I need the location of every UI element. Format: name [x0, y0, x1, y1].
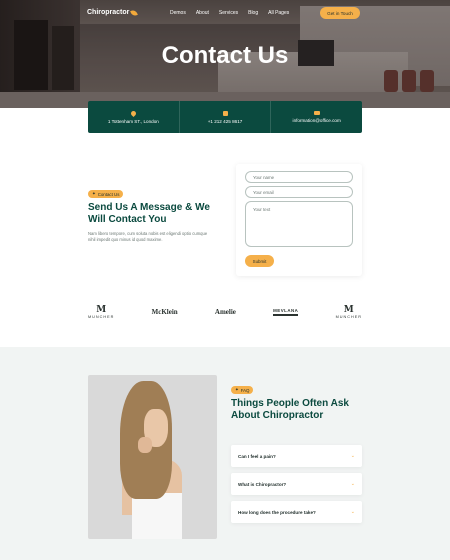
- message-textarea[interactable]: Your text: [245, 201, 353, 247]
- brand-logo-mevlana: MEVLANA: [273, 308, 299, 316]
- brand-name: MUNCHER: [335, 314, 362, 319]
- main-menu: Demos About Services Blog All Pages: [170, 10, 289, 16]
- email-input[interactable]: Your email: [245, 186, 353, 198]
- contact-us-badge: ✦ Contact Us: [88, 190, 124, 198]
- info-address: 1 Tottenham ST., London: [88, 101, 179, 133]
- faq-badge: ✦ FAQ: [231, 386, 254, 394]
- chevron-down-icon: ⌄: [350, 481, 355, 487]
- brand-name: Amelie: [214, 308, 236, 316]
- menu-item-services[interactable]: Services: [219, 10, 238, 16]
- mail-icon: [313, 111, 320, 115]
- photo-towel: [132, 493, 182, 539]
- brand-logo-muncher: M MUNCHER: [335, 304, 362, 319]
- info-phone[interactable]: +1 212 425 8617: [178, 101, 271, 133]
- brand-logo-muncher: M MUNCHER: [88, 304, 115, 319]
- photo-hand: [138, 437, 152, 453]
- star-icon: ✦: [92, 191, 96, 196]
- get-in-touch-button[interactable]: Get in Touch: [320, 7, 360, 19]
- name-input[interactable]: Your name: [245, 171, 353, 183]
- brand-mark: M: [96, 304, 107, 315]
- menu-item-blog[interactable]: Blog: [248, 10, 258, 16]
- faq-section-title: Things People Often Ask About Chiropract…: [231, 398, 349, 421]
- faq-item[interactable]: Can I feel a pain? ⌄: [231, 445, 362, 467]
- page-title: Contact Us: [161, 42, 289, 69]
- brand-mark: M: [343, 304, 354, 315]
- faq-question: What is Chiropractor?: [238, 481, 287, 487]
- email-text: information@office.com: [292, 118, 341, 123]
- badge-label: Contact Us: [97, 191, 120, 197]
- brand-name: MEVLANA: [273, 308, 299, 316]
- logo-text: Chiropractor: [87, 9, 130, 16]
- location-pin-icon: [129, 109, 137, 117]
- brand-name: MUNCHER: [88, 314, 115, 319]
- address-text: 1 Tottenham ST., London: [107, 118, 159, 124]
- menu-item-about[interactable]: About: [196, 10, 209, 16]
- phone-icon: [222, 110, 228, 116]
- brand-logo-amelie: Amelie: [215, 308, 236, 316]
- woman-photo: [88, 375, 217, 539]
- faq-question: How long does the procedure take?: [238, 509, 316, 515]
- faq-question: Can I feel a pain?: [238, 453, 276, 459]
- brand-logo-mcklein: McKlein: [152, 308, 178, 316]
- phone-text: +1 212 425 8617: [207, 118, 243, 124]
- brand-logos-row: M MUNCHER McKlein Amelie MEVLANA M MUNCH…: [88, 300, 362, 324]
- contact-section-description: Nam libero tempore, cum soluta nobis est…: [88, 231, 208, 242]
- contact-info-bar: 1 Tottenham ST., London +1 212 425 8617 …: [88, 101, 362, 133]
- menu-item-demos[interactable]: Demos: [170, 10, 186, 16]
- faq-section: [0, 347, 450, 560]
- contact-form: Your name Your email Your text Submit: [236, 164, 362, 276]
- brand-name: McKlein: [151, 308, 178, 316]
- faq-item[interactable]: How long does the procedure take? ⌄: [231, 501, 362, 523]
- leaf-icon: [130, 8, 139, 17]
- badge-label: FAQ: [240, 387, 250, 393]
- top-navigation: Chiropractor Demos About Services Blog A…: [0, 0, 450, 26]
- info-email[interactable]: information@office.com: [270, 101, 362, 133]
- star-icon: ✦: [235, 387, 239, 392]
- faq-item[interactable]: What is Chiropractor? ⌄: [231, 473, 362, 495]
- contact-section-title: Send Us A Message & We Will Contact You: [88, 202, 210, 225]
- menu-item-all-pages[interactable]: All Pages: [268, 10, 289, 16]
- submit-button[interactable]: Submit: [245, 255, 274, 267]
- site-logo[interactable]: Chiropractor: [87, 8, 139, 17]
- chevron-down-icon: ⌄: [350, 509, 355, 515]
- chevron-down-icon: ⌄: [350, 453, 355, 459]
